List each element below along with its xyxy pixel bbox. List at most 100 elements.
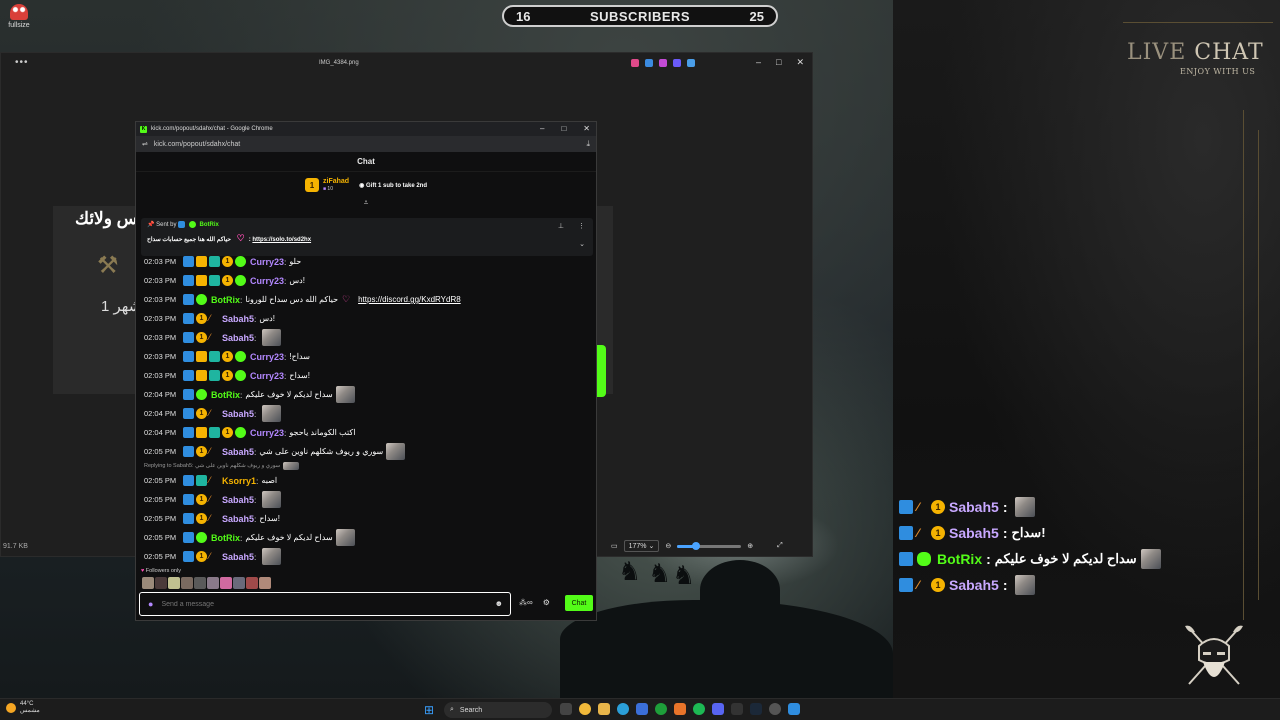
steam-icon[interactable]	[750, 703, 762, 715]
message-text: حلو	[289, 257, 302, 266]
zoom-slider[interactable]	[677, 541, 742, 550]
file-explorer-icon[interactable]	[598, 703, 610, 715]
chrome-icon[interactable]	[579, 703, 591, 715]
send-chat-button[interactable]: Chat	[565, 595, 593, 611]
live-word: LIVE	[1127, 40, 1187, 65]
gallery-icon[interactable]	[687, 59, 695, 67]
edit-icon[interactable]	[645, 59, 653, 67]
message-username[interactable]: Curry23	[250, 371, 284, 381]
copilot-icon[interactable]	[631, 59, 639, 67]
message-username[interactable]: Sabah5	[222, 447, 254, 457]
chat-message[interactable]: 02:03 PM 1 ⁄ Sabah5:	[144, 328, 594, 347]
chat-message[interactable]: 02:03 PM 1 Curry23: !سداح	[144, 347, 594, 366]
chat-message[interactable]: 02:03 PM BotRix: حياكم الله دس سداح للورون…	[144, 290, 594, 309]
fit-screen-icon[interactable]: ▭	[611, 542, 618, 550]
message-username[interactable]: BotRix	[211, 390, 240, 400]
chat-message[interactable]: 02:05 PM 1 ⁄ Sabah5: سداح!	[144, 509, 594, 528]
store-icon[interactable]	[636, 703, 648, 715]
more-options-icon[interactable]: •••	[15, 57, 29, 68]
close-icon[interactable]: ✕	[796, 57, 804, 68]
pinned-link[interactable]: https://solo.to/sd2hx	[252, 237, 311, 243]
message-link[interactable]: https://discord.gg/KxdRYdR8	[358, 295, 461, 304]
pinned-text: حياكم الله هنا جميع حسابات سداح	[147, 237, 231, 244]
viewer-toolbar	[631, 59, 695, 67]
erase-icon[interactable]	[659, 59, 667, 67]
gift-leaderboard[interactable]: 1 ziFahad ■ 10 ◉ Gift 1 sub to take 2nd	[136, 172, 596, 198]
fullscreen-icon[interactable]: ⤢	[777, 542, 783, 550]
voice-icon[interactable]: ●	[148, 599, 153, 609]
zoom-in-icon[interactable]: ⊕	[747, 542, 753, 550]
maximize-icon[interactable]: □	[776, 57, 781, 68]
desktop-icon-fullsize[interactable]: fullsize	[6, 4, 32, 29]
message-username[interactable]: Curry23	[250, 276, 284, 286]
unpin-icon[interactable]: ⊥	[558, 222, 564, 230]
subscriber-goal-bar: 16 SUBSCRIBERS 25	[502, 5, 778, 27]
task-view-icon[interactable]	[560, 703, 572, 715]
obs-icon[interactable]	[731, 703, 743, 715]
emoji-icon[interactable]: ☻	[495, 599, 503, 608]
pinned-menu-icon[interactable]: ⋮	[578, 222, 585, 230]
message-username[interactable]: BotRix	[211, 295, 240, 305]
expand-chevron-icon[interactable]: ⌄	[579, 240, 585, 248]
settings-gear-icon[interactable]: ⚙	[543, 598, 550, 607]
maximize-icon[interactable]: □	[561, 124, 566, 133]
zoom-slider-knob[interactable]	[692, 541, 701, 550]
subscriber-label: SUBSCRIBERS	[589, 8, 691, 24]
avatar[interactable]	[168, 577, 180, 589]
chat-message[interactable]: 02:05 PM BotRix: سداح لديكم لا خوف عليكم	[144, 528, 594, 547]
address-bar[interactable]: ⇌ kick.com/popout/sdahx/chat ⤓	[136, 136, 596, 152]
avatar[interactable]	[155, 577, 167, 589]
points-icon[interactable]: ⁂∞	[519, 598, 533, 607]
edge-icon[interactable]	[617, 703, 629, 715]
xbox-icon[interactable]	[655, 703, 667, 715]
message-username[interactable]: Curry23	[250, 428, 284, 438]
avatar[interactable]	[142, 577, 154, 589]
app-icon[interactable]	[674, 703, 686, 715]
chat-message[interactable]: 02:03 PM 1 ⁄ Sabah5: دس!	[144, 309, 594, 328]
discord-icon[interactable]	[712, 703, 724, 715]
close-icon[interactable]: ✕	[583, 124, 590, 133]
message-username[interactable]: Ksorry1	[222, 476, 256, 486]
chat-message[interactable]: 02:03 PM 1 Curry23: دس!	[144, 271, 594, 290]
app-icon[interactable]	[788, 703, 800, 715]
chat-message[interactable]: 02:04 PM BotRix: سداح لديكم لا خوف عليكم	[144, 385, 594, 404]
collapse-chevron-icon[interactable]: ⩡	[136, 198, 596, 208]
windows-start-icon[interactable]: ⊞	[424, 704, 436, 716]
message-username[interactable]: Sabah5	[222, 514, 254, 524]
minimize-icon[interactable]: –	[756, 57, 761, 68]
avatar[interactable]	[194, 577, 206, 589]
reply-context: Replying to Sabah5: سوري و ريوف شكلهم نا…	[144, 461, 594, 471]
chat-message[interactable]: 02:04 PM 1 ⁄ Sabah5:	[144, 404, 594, 423]
site-settings-icon[interactable]: ⇌	[142, 140, 148, 148]
taskbar-search[interactable]: ⌕ Search	[444, 702, 552, 718]
message-username[interactable]: Sabah5	[222, 333, 254, 343]
avatar[interactable]	[220, 577, 232, 589]
zoom-level-select[interactable]: 177% ⌄	[623, 540, 660, 552]
weather-widget[interactable]: 44°C مشمس	[6, 701, 40, 714]
zoom-out-icon[interactable]: ⊖	[665, 542, 671, 550]
chat-message[interactable]: 02:05 PM 1 ⁄ Sabah5:	[144, 547, 594, 566]
message-username[interactable]: Curry23	[250, 352, 284, 362]
spotify-icon[interactable]	[693, 703, 705, 715]
app-icon[interactable]	[769, 703, 781, 715]
chat-message-input[interactable]	[161, 600, 482, 608]
avatar[interactable]	[233, 577, 245, 589]
chat-message[interactable]: 02:05 PM 1 ⁄ Sabah5: سوري و ريوف شكلهم ناوين…	[144, 442, 594, 461]
message-username[interactable]: Sabah5	[222, 495, 254, 505]
share-icon[interactable]	[673, 59, 681, 67]
message-username[interactable]: Sabah5	[222, 552, 254, 562]
avatar[interactable]	[207, 577, 219, 589]
chat-message[interactable]: 02:05 PM ⁄ Ksorry1: اصبه	[144, 471, 594, 490]
chat-message[interactable]: 02:05 PM 1 ⁄ Sabah5:	[144, 490, 594, 509]
chat-message[interactable]: 02:04 PM 1 Curry23: اكتب الكوماند ياحجو	[144, 423, 594, 442]
avatar[interactable]	[246, 577, 258, 589]
chat-message[interactable]: 02:03 PM 1 Curry23: سداح!	[144, 366, 594, 385]
message-username[interactable]: BotRix	[211, 533, 240, 543]
avatar[interactable]	[181, 577, 193, 589]
message-username[interactable]: Sabah5	[222, 314, 254, 324]
message-username[interactable]: Curry23	[250, 257, 284, 267]
download-icon[interactable]: ⤓	[586, 139, 590, 149]
message-username[interactable]: Sabah5	[222, 409, 254, 419]
minimize-icon[interactable]: –	[540, 124, 544, 133]
avatar[interactable]	[259, 577, 271, 589]
